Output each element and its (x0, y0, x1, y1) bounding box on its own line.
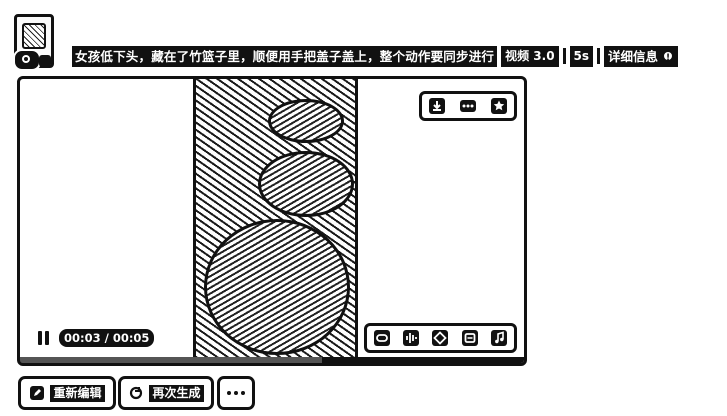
separator (597, 48, 601, 64)
avatar-corner-icon (39, 55, 51, 67)
ellipsis-icon (227, 391, 245, 395)
regenerate-button[interactable]: 再次生成 (118, 376, 214, 410)
video-player[interactable]: 00:03 / 00:05 (17, 76, 527, 366)
details-label: 详细信息 (608, 48, 659, 64)
regenerate-label: 再次生成 (149, 384, 204, 402)
download-icon[interactable] (427, 96, 447, 116)
progress-fill (20, 357, 323, 363)
basket-shape (268, 99, 344, 143)
avatar-image (22, 23, 46, 49)
frame-icon[interactable] (460, 328, 480, 348)
more-icon[interactable] (458, 96, 478, 116)
refresh-icon (130, 386, 143, 400)
progress-bar[interactable] (20, 357, 524, 363)
duration-chip: 5s (569, 45, 594, 67)
star-icon[interactable] (489, 96, 509, 116)
playback-controls: 00:03 / 00:05 (38, 329, 155, 347)
video-actions-bar (419, 91, 517, 121)
basket-shape (258, 151, 354, 217)
user-avatar (13, 14, 54, 71)
details-link[interactable]: 详细信息 ! (604, 45, 679, 67)
effects-toolbar (364, 323, 517, 353)
info-icon: ! (662, 50, 675, 63)
timecode: 00:03 / 00:05 (59, 329, 155, 347)
more-options-button[interactable] (217, 376, 255, 410)
video-frame[interactable] (193, 79, 358, 363)
avatar-badge-icon (13, 49, 41, 71)
music-icon[interactable] (489, 328, 509, 348)
lip-sync-icon[interactable] (372, 328, 392, 348)
model-chip: 视频 3.0 (501, 45, 559, 67)
edit-icon (30, 386, 45, 400)
separator (562, 48, 566, 64)
enhance-icon[interactable] (430, 328, 450, 348)
re-edit-label: 重新编辑 (50, 384, 105, 402)
prompt-text: 女孩低下头，藏在了竹篮子里，顺便用手把盖子盖上，整个动作要同步进行 (72, 45, 498, 67)
basket-shape (204, 219, 350, 355)
audio-wave-icon[interactable] (401, 328, 421, 348)
prompt-row: 女孩低下头，藏在了竹篮子里，顺便用手把盖子盖上，整个动作要同步进行 视频 3.0… (72, 44, 679, 68)
pause-icon[interactable] (38, 331, 49, 345)
re-edit-button[interactable]: 重新编辑 (18, 376, 116, 410)
